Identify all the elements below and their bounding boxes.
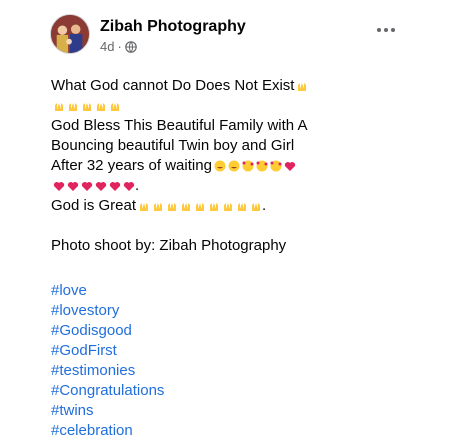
hashtag-link[interactable]: #GodFirst: [51, 341, 164, 361]
hashtag-link[interactable]: #Godisgood: [51, 321, 164, 341]
globe-icon: [125, 40, 137, 53]
post-header: Zibah Photography 4d ·: [50, 14, 412, 54]
hashtag-link[interactable]: #testimonies: [51, 361, 164, 381]
more-options-icon[interactable]: [374, 24, 398, 36]
sparkling-heart-emoji-icon: [53, 182, 65, 191]
emoji-line-2: .: [51, 176, 361, 196]
post-line-1: What God cannot Do Does Not Exist: [51, 76, 361, 96]
hashtag-link[interactable]: #twins: [51, 401, 164, 421]
raised-hands-emoji-icon: [83, 103, 91, 111]
hashtag-link[interactable]: #celebration: [51, 421, 164, 441]
raised-hands-emoji-icon: [168, 203, 177, 211]
raised-hands-emoji-icon: [224, 203, 233, 211]
raised-hands-emoji-icon: [252, 203, 261, 211]
smiling-face-with-hearts-emoji-icon: [270, 160, 282, 172]
post-line-3: God Bless This Beautiful Family with A: [51, 116, 361, 136]
sparkling-heart-emoji-icon: [81, 182, 93, 191]
post-time[interactable]: 4d: [100, 39, 114, 54]
sparkling-heart-emoji-icon: [284, 162, 296, 171]
sparkling-heart-emoji-icon: [95, 182, 107, 191]
raised-hands-emoji-icon: [154, 203, 163, 211]
smiling-face-with-hearts-emoji-icon: [256, 160, 268, 172]
raised-hands-emoji-icon: [111, 103, 119, 111]
hashtag-list: #love #lovestory #Godisgood #GodFirst #t…: [51, 281, 164, 441]
post-body: What God cannot Do Does Not Exist God Bl…: [51, 76, 361, 256]
post-line-4: Bouncing beautiful Twin boy and Girl: [51, 136, 361, 156]
post-line-7: God is Great .: [51, 196, 361, 216]
raised-hands-emoji-icon: [140, 203, 149, 211]
post-line-7-text: God is Great: [51, 197, 137, 214]
crying-laughing-emoji-icon: [228, 160, 240, 172]
sparkling-heart-emoji-icon: [123, 182, 135, 191]
post-line-3-text: God Bless This Beautiful Family with A: [51, 117, 308, 134]
raised-hands-emoji-icon: [69, 103, 77, 111]
emoji-line-1: [51, 96, 361, 116]
raised-hands-emoji-icon: [182, 203, 191, 211]
hashtag-link[interactable]: #love: [51, 281, 164, 301]
raised-hands-emoji-icon: [298, 83, 307, 91]
sparkling-heart-emoji-icon: [67, 182, 79, 191]
post-line-5: After 32 years of waiting: [51, 156, 361, 176]
facebook-post: Zibah Photography 4d · What God cannot D…: [0, 0, 450, 446]
emoji-line-2-end: .: [135, 177, 140, 194]
post-line-7-end: .: [262, 197, 267, 214]
page-name[interactable]: Zibah Photography: [100, 18, 246, 36]
raised-hands-emoji-icon: [210, 203, 219, 211]
meta-separator: ·: [117, 39, 122, 54]
smiling-face-with-hearts-emoji-icon: [242, 160, 254, 172]
photo-credit: Photo shoot by: Zibah Photography: [51, 237, 287, 254]
post-line-4-text: Bouncing beautiful Twin boy and Girl: [51, 137, 295, 154]
raised-hands-emoji-icon: [55, 103, 63, 111]
raised-hands-emoji-icon: [196, 203, 205, 211]
post-line-9: Photo shoot by: Zibah Photography: [51, 236, 361, 256]
crying-laughing-emoji-icon: [214, 160, 226, 172]
post-line-5-text: After 32 years of waiting: [51, 157, 212, 174]
post-meta: 4d ·: [100, 39, 137, 54]
hashtag-link[interactable]: #Congratulations: [51, 381, 164, 401]
sparkling-heart-emoji-icon: [109, 182, 121, 191]
raised-hands-emoji-icon: [238, 203, 247, 211]
raised-hands-emoji-icon: [97, 103, 105, 111]
hashtag-link[interactable]: #lovestory: [51, 301, 164, 321]
post-line-1-text: What God cannot Do Does Not Exist: [51, 77, 295, 94]
page-avatar[interactable]: [50, 14, 90, 54]
